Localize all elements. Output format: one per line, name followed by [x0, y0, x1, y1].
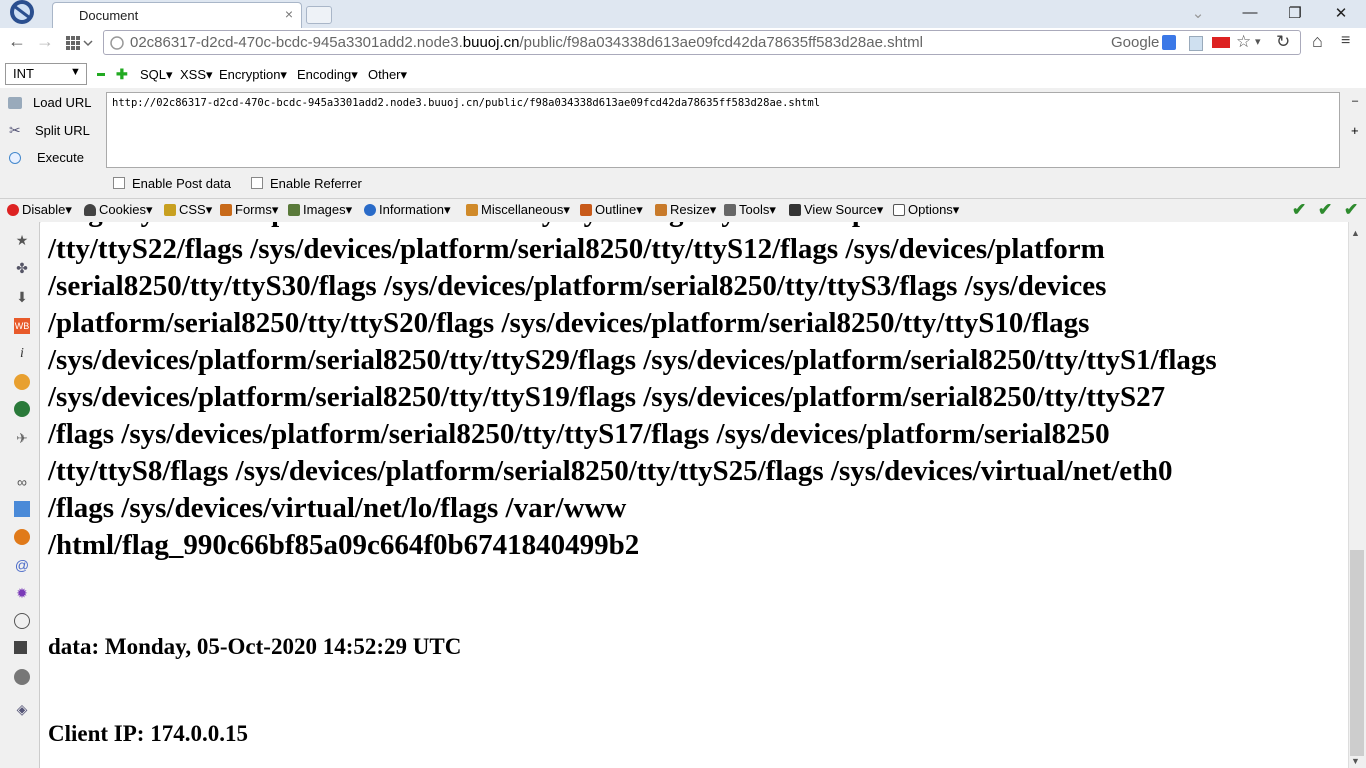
google-g-icon[interactable] — [1162, 35, 1176, 50]
forms-menu[interactable]: Forms▾ — [220, 202, 278, 218]
new-tab-button[interactable] — [306, 6, 332, 24]
options-icon — [893, 204, 905, 216]
resize-menu[interactable]: Resize▾ — [655, 202, 716, 218]
disable-menu[interactable]: Disable▾ — [7, 202, 72, 218]
page-content: /flags /sys/devices/platform/serial8250/… — [41, 222, 1348, 768]
view-source-icon — [789, 204, 801, 216]
chevron-down-icon: ▼ — [70, 66, 81, 78]
address-url: 02c86317-d2cd-470c-bcdc-945a3301add2.nod… — [130, 34, 923, 51]
flag-icon — [1212, 37, 1230, 48]
date-line: data: Monday, 05-Oct-2020 14:52:29 UTC — [48, 634, 462, 659]
star-icon[interactable]: ★ — [14, 232, 30, 248]
restore-button[interactable]: ❐ — [1285, 4, 1305, 22]
css-menu[interactable]: CSS▾ — [164, 202, 212, 218]
satellite-icon[interactable]: ✈ — [14, 430, 30, 446]
miscellaneous-menu[interactable]: Miscellaneous▾ — [466, 202, 570, 218]
menu-icon[interactable]: ≡ — [1341, 32, 1350, 50]
back-button[interactable]: ← — [8, 31, 26, 52]
fox-icon[interactable] — [14, 529, 30, 545]
close-window-button[interactable]: ✕ — [1331, 4, 1351, 22]
tools-menu[interactable]: Tools▾ — [724, 202, 776, 218]
view-source-menu[interactable]: View Source▾ — [789, 202, 883, 218]
information-icon — [364, 204, 376, 216]
options-menu[interactable]: Options▾ — [893, 202, 959, 218]
glasses-icon[interactable]: ∞ — [14, 474, 30, 490]
outline-icon — [580, 204, 592, 216]
split-url-button[interactable]: Split URL — [35, 123, 90, 138]
menu-other[interactable]: Other▾ — [368, 67, 407, 83]
browser-logo-icon[interactable] — [2, 0, 38, 26]
load-url-icon — [8, 97, 22, 109]
calculator-icon[interactable] — [14, 641, 27, 654]
block-icon[interactable] — [14, 374, 30, 390]
weibo-icon[interactable]: WB — [14, 318, 30, 334]
site-info-icon[interactable] — [110, 36, 124, 50]
disable-icon — [7, 204, 19, 216]
tab-title: Document — [79, 8, 139, 23]
enable-referrer-label: Enable Referrer — [270, 176, 362, 191]
home-icon[interactable]: ⌂ — [1312, 31, 1323, 52]
type-select[interactable]: INT ▼ — [5, 63, 87, 85]
skull-icon[interactable] — [14, 669, 30, 685]
spiral-icon[interactable]: @ — [14, 557, 30, 573]
bookmark-star-icon[interactable]: ☆ — [1236, 32, 1251, 52]
eraser-icon[interactable]: ◈ — [14, 701, 30, 717]
cookies-menu[interactable]: Cookies▾ — [84, 202, 153, 218]
execute-button[interactable]: Execute — [37, 150, 84, 165]
status-check-icon: ✔ — [1344, 200, 1359, 219]
shield-icon[interactable] — [14, 401, 30, 417]
puzzle-icon[interactable]: ✤ — [14, 260, 30, 276]
tab-list-chevron-icon[interactable]: ⌄ — [1188, 4, 1208, 22]
forms-icon — [220, 204, 232, 216]
miscellaneous-icon — [466, 204, 478, 216]
info-icon[interactable]: i — [14, 346, 30, 362]
textarea-shrink-icon[interactable]: – — [1352, 95, 1358, 107]
menu-encryption[interactable]: Encryption▾ — [219, 67, 287, 83]
enable-referrer-checkbox[interactable] — [251, 177, 263, 189]
status-check-icon: ✔ — [1292, 200, 1307, 219]
enable-post-label: Enable Post data — [132, 176, 232, 191]
menu-encoding[interactable]: Encoding▾ — [297, 67, 358, 83]
client-ip-line: Client IP: 174.0.0.15 — [48, 721, 248, 746]
enable-post-checkbox[interactable] — [113, 177, 125, 189]
cursor-select-icon[interactable] — [14, 501, 30, 517]
scroll-thumb[interactable] — [1350, 550, 1364, 756]
virus-icon[interactable]: ✹ — [14, 585, 30, 601]
minus-icon[interactable] — [97, 73, 105, 76]
plus-icon[interactable]: ✚ — [116, 66, 128, 83]
split-url-icon: ✂ — [9, 122, 21, 138]
download-icon[interactable]: ⬇ — [14, 289, 30, 305]
tab-document[interactable]: Document × — [52, 2, 302, 30]
images-menu[interactable]: Images▾ — [288, 202, 352, 218]
bookmark-menu-chevron-icon[interactable]: ▾ — [1255, 35, 1261, 48]
command-output: /flags /sys/devices/platform/serial8250/… — [48, 222, 1217, 561]
search-engine-label[interactable]: Google — [1111, 34, 1159, 51]
information-menu[interactable]: Information▾ — [364, 202, 451, 218]
grid-menu-icon[interactable] — [66, 36, 94, 50]
tools-icon — [724, 204, 736, 216]
url-textarea[interactable]: http://02c86317-d2cd-470c-bcdc-945a3301a… — [106, 92, 1340, 168]
execute-icon — [9, 152, 21, 164]
load-url-button[interactable]: Load URL — [33, 95, 92, 110]
tab-close-icon[interactable]: × — [285, 6, 293, 22]
menu-sql[interactable]: SQL▾ — [140, 67, 173, 83]
reload-icon[interactable]: ↻ — [1276, 32, 1290, 52]
extension-cube-icon[interactable] — [1189, 36, 1203, 51]
palette-icon[interactable] — [14, 613, 30, 629]
menu-xss[interactable]: XSS▾ — [180, 67, 213, 83]
images-icon — [288, 204, 300, 216]
textarea-expand-icon[interactable]: + — [1351, 123, 1359, 138]
scroll-down-arrow[interactable]: ▼ — [1351, 756, 1360, 766]
scroll-up-arrow[interactable]: ▲ — [1351, 228, 1360, 238]
outline-menu[interactable]: Outline▾ — [580, 202, 643, 218]
cookies-icon — [84, 204, 96, 216]
css-icon — [164, 204, 176, 216]
type-select-value: INT — [13, 66, 34, 81]
minimize-button[interactable]: — — [1240, 4, 1260, 21]
resize-icon — [655, 204, 667, 216]
address-bar[interactable]: 02c86317-d2cd-470c-bcdc-945a3301add2.nod… — [103, 30, 1301, 55]
status-check-icon: ✔ — [1318, 200, 1333, 219]
forward-button[interactable]: → — [36, 31, 54, 52]
